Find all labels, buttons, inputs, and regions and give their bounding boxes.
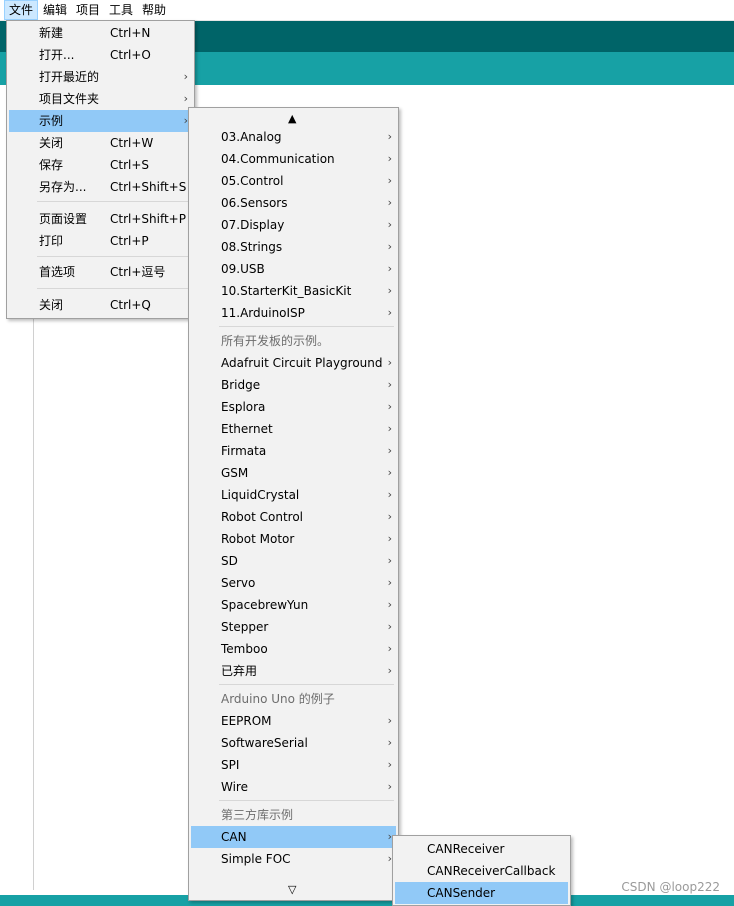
menu-item-page-setup[interactable]: 页面设置 Ctrl+Shift+P xyxy=(9,208,192,230)
menu-project[interactable]: 项目 xyxy=(72,0,104,20)
menu-item-canreceivercallback[interactable]: CANReceiverCallback xyxy=(395,860,568,882)
menu-separator xyxy=(219,800,394,801)
menu-separator xyxy=(219,684,394,685)
chevron-right-icon: › xyxy=(387,400,392,413)
menu-item-open-recent[interactable]: 打开最近的 › xyxy=(9,66,192,88)
example-item[interactable]: SoftwareSerial › xyxy=(191,732,396,754)
chevron-right-icon: › xyxy=(387,444,392,457)
file-menu: 新建 Ctrl+N 打开... Ctrl+O 打开最近的 › 项目文件夹 › 示例 › 关… xyxy=(6,20,195,319)
example-item[interactable]: 11.ArduinoISP › xyxy=(191,302,396,324)
menu-item-cansender[interactable]: CANSender xyxy=(395,882,568,904)
example-item[interactable]: SpacebrewYun › xyxy=(191,594,396,616)
example-item[interactable]: Bridge › xyxy=(191,374,396,396)
chevron-right-icon: › xyxy=(387,196,392,209)
chevron-right-icon: › xyxy=(387,174,392,187)
chevron-right-icon: › xyxy=(387,488,392,501)
example-item[interactable]: Wire › xyxy=(191,776,396,798)
chevron-right-icon: › xyxy=(387,152,392,165)
example-item[interactable]: Adafruit Circuit Playground › xyxy=(191,352,396,374)
menu-separator xyxy=(37,256,190,257)
chevron-right-icon: › xyxy=(183,70,188,83)
watermark: CSDN @loop222 xyxy=(621,880,720,894)
chevron-right-icon: › xyxy=(387,130,392,143)
chevron-right-icon: › xyxy=(387,642,392,655)
menu-item-canreceiver[interactable]: CANReceiver xyxy=(395,838,568,860)
scroll-up-icon[interactable]: ▲ xyxy=(288,112,296,125)
example-item[interactable]: 03.Analog › xyxy=(191,126,396,148)
chevron-right-icon: › xyxy=(387,532,392,545)
chevron-right-icon: › xyxy=(387,306,392,319)
example-item-can[interactable]: CAN › xyxy=(191,826,396,848)
section-header-third-party: 第三方库示例 xyxy=(221,808,294,822)
chevron-right-icon: › xyxy=(387,466,392,479)
chevron-right-icon: › xyxy=(387,736,392,749)
example-item[interactable]: Ethernet › xyxy=(191,418,396,440)
chevron-right-icon: › xyxy=(387,758,392,771)
examples-menu: ▲ 03.Analog › 04.Communication › 05.Control ›… xyxy=(188,107,399,901)
menu-item-new[interactable]: 新建 Ctrl+N xyxy=(9,22,192,44)
menu-item-close[interactable]: 关闭 Ctrl+W xyxy=(9,132,192,154)
section-header-arduino-uno: Arduino Uno 的例子 xyxy=(221,692,335,706)
example-item[interactable]: 05.Control › xyxy=(191,170,396,192)
chevron-right-icon: › xyxy=(387,598,392,611)
example-item[interactable]: EEPROM › xyxy=(191,710,396,732)
chevron-right-icon: › xyxy=(387,422,392,435)
menu-item-examples[interactable]: 示例 › xyxy=(9,110,192,132)
chevron-right-icon: › xyxy=(387,714,392,727)
chevron-right-icon: › xyxy=(387,554,392,567)
example-item[interactable]: SPI › xyxy=(191,754,396,776)
example-item[interactable]: 06.Sensors › xyxy=(191,192,396,214)
example-item[interactable]: LiquidCrystal › xyxy=(191,484,396,506)
example-item[interactable]: Esplora › xyxy=(191,396,396,418)
example-item[interactable]: GSM › xyxy=(191,462,396,484)
example-item[interactable]: 已弃用 › xyxy=(191,660,396,682)
example-item[interactable]: Servo › xyxy=(191,572,396,594)
chevron-right-icon: › xyxy=(387,356,392,369)
menu-file[interactable]: 文件 xyxy=(4,0,39,20)
example-item[interactable]: Robot Control › xyxy=(191,506,396,528)
example-item[interactable]: 10.StarterKit_BasicKit › xyxy=(191,280,396,302)
menu-separator xyxy=(37,201,190,202)
menu-separator xyxy=(37,288,190,289)
section-header-all-boards: 所有开发板的示例。 xyxy=(221,334,330,348)
chevron-right-icon: › xyxy=(387,780,392,793)
example-item[interactable]: 08.Strings › xyxy=(191,236,396,258)
chevron-right-icon: › xyxy=(387,284,392,297)
chevron-right-icon: › xyxy=(387,510,392,523)
menu-item-save-as[interactable]: 另存为... Ctrl+Shift+S xyxy=(9,176,192,198)
chevron-right-icon: › xyxy=(387,240,392,253)
example-item[interactable]: Robot Motor › xyxy=(191,528,396,550)
chevron-right-icon: › xyxy=(387,218,392,231)
example-item[interactable]: Simple FOC › xyxy=(191,848,396,870)
chevron-right-icon: › xyxy=(387,576,392,589)
chevron-right-icon: › xyxy=(387,664,392,677)
can-examples-menu: CANReceiver CANReceiverCallback CANSende… xyxy=(392,835,571,906)
scroll-down-icon[interactable]: ▽ xyxy=(288,883,296,896)
menu-help[interactable]: 帮助 xyxy=(138,0,170,20)
chevron-right-icon: › xyxy=(387,262,392,275)
menu-item-print[interactable]: 打印 Ctrl+P xyxy=(9,230,192,252)
chevron-right-icon: › xyxy=(387,620,392,633)
menu-tools[interactable]: 工具 xyxy=(105,0,137,20)
menu-item-quit[interactable]: 关闭 Ctrl+Q xyxy=(9,294,192,316)
menu-item-preferences[interactable]: 首选项 Ctrl+逗号 xyxy=(9,261,192,283)
example-item[interactable]: 09.USB › xyxy=(191,258,396,280)
example-item[interactable]: Temboo › xyxy=(191,638,396,660)
example-item[interactable]: Firmata › xyxy=(191,440,396,462)
example-item[interactable]: SD › xyxy=(191,550,396,572)
menu-edit[interactable]: 编辑 xyxy=(39,0,71,20)
example-item[interactable]: 07.Display › xyxy=(191,214,396,236)
menu-item-save[interactable]: 保存 Ctrl+S xyxy=(9,154,192,176)
example-item[interactable]: 04.Communication › xyxy=(191,148,396,170)
menu-item-sketchbook[interactable]: 项目文件夹 › xyxy=(9,88,192,110)
menu-item-open[interactable]: 打开... Ctrl+O xyxy=(9,44,192,66)
chevron-right-icon: › xyxy=(387,378,392,391)
menu-separator xyxy=(219,326,394,327)
example-item[interactable]: Stepper › xyxy=(191,616,396,638)
